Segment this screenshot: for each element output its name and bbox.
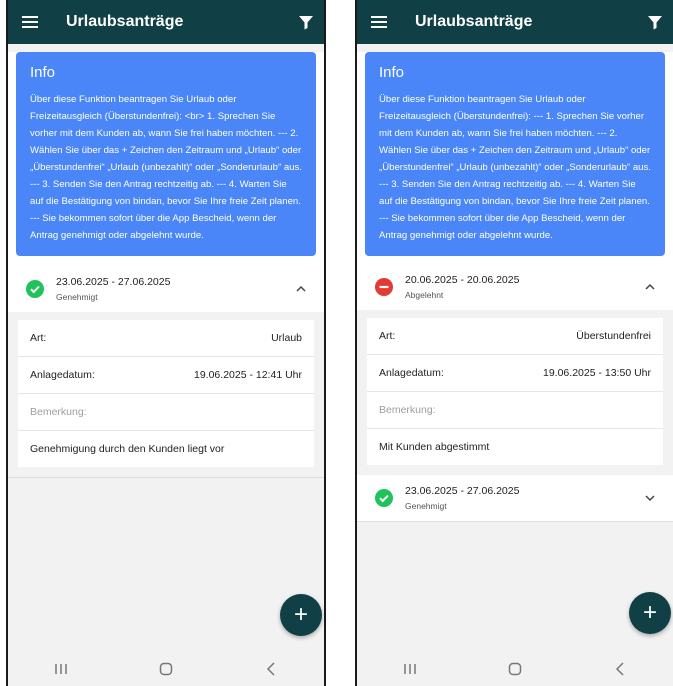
created-label: Anlagedatum: xyxy=(30,369,95,381)
info-heading: Info xyxy=(379,64,405,81)
info-heading: Info xyxy=(30,64,56,81)
chevron-down-icon[interactable] xyxy=(643,491,657,505)
remark-value: Mit Kunden abgestimmt xyxy=(379,441,490,453)
menu-icon[interactable] xyxy=(22,16,38,28)
request-date-range: 23.06.2025 - 27.06.2025 xyxy=(405,485,520,497)
system-nav-bar xyxy=(8,652,324,686)
created-value: 19.06.2025 - 12:41 Uhr xyxy=(194,369,302,381)
detail-row-created: Anlagedatum: 19.06.2025 - 12:41 Uhr xyxy=(18,357,314,394)
request-date-range: 20.06.2025 - 20.06.2025 xyxy=(405,274,520,286)
created-label: Anlagedatum: xyxy=(379,367,444,379)
art-label: Art: xyxy=(379,330,396,342)
detail-row-created: Anlagedatum: 19.06.2025 - 13:50 Uhr xyxy=(367,355,663,392)
home-icon[interactable] xyxy=(156,661,176,677)
back-icon[interactable] xyxy=(610,661,630,677)
approved-check-icon xyxy=(375,489,393,507)
details-card: Art: Überstundenfrei Anlagedatum: 19.06.… xyxy=(367,318,663,465)
main-content: Info Über diese Funktion beantragen Sie … xyxy=(357,52,673,522)
request-status: Abgelehnt xyxy=(405,290,444,300)
request-date-range: 23.06.2025 - 27.06.2025 xyxy=(56,276,171,288)
art-value: Urlaub xyxy=(271,332,302,344)
request-status: Genehmigt xyxy=(405,501,447,511)
add-request-button[interactable]: + xyxy=(280,594,322,636)
phone-screen-left: Urlaubsanträge Info Über diese Funktion … xyxy=(6,0,326,686)
home-icon[interactable] xyxy=(505,661,525,677)
details-card: Art: Urlaub Anlagedatum: 19.06.2025 - 12… xyxy=(18,320,314,467)
remark-label: Bemerkung: xyxy=(30,406,87,418)
remark-value: Genehmigung durch den Kunden liegt vor xyxy=(30,443,225,455)
app-bar: Urlaubsanträge xyxy=(357,0,673,44)
created-value: 19.06.2025 - 13:50 Uhr xyxy=(543,367,651,379)
filter-icon[interactable] xyxy=(647,14,663,30)
request-header[interactable]: 20.06.2025 - 20.06.2025 Abgelehnt xyxy=(357,260,673,310)
phone-screen-right: Urlaubsanträge Info Über diese Funktion … xyxy=(355,0,673,686)
back-icon[interactable] xyxy=(261,661,281,677)
detail-row-remark-label: Bemerkung: xyxy=(367,392,663,429)
detail-row-remark: Mit Kunden abgestimmt xyxy=(367,429,663,465)
app-bar: Urlaubsanträge xyxy=(8,0,324,44)
list-divider xyxy=(357,521,673,522)
detail-row-art: Art: Überstundenfrei xyxy=(367,318,663,355)
request-header[interactable]: 23.06.2025 - 27.06.2025 Genehmigt xyxy=(357,475,673,521)
system-nav-bar xyxy=(357,652,673,686)
info-box: Info Über diese Funktion beantragen Sie … xyxy=(365,52,665,256)
approved-check-icon xyxy=(26,280,44,298)
detail-row-art: Art: Urlaub xyxy=(18,320,314,357)
app-title: Urlaubsanträge xyxy=(66,13,184,30)
request-header[interactable]: 23.06.2025 - 27.06.2025 Genehmigt xyxy=(8,262,324,312)
art-label: Art: xyxy=(30,332,47,344)
info-text: Über diese Funktion beantragen Sie Urlau… xyxy=(379,94,651,241)
detail-row-remark: Genehmigung durch den Kunden liegt vor xyxy=(18,431,314,467)
request-status: Genehmigt xyxy=(56,292,98,302)
recents-icon[interactable] xyxy=(400,661,420,677)
remark-label: Bemerkung: xyxy=(379,404,436,416)
art-value: Überstundenfrei xyxy=(576,330,651,342)
list-divider xyxy=(8,477,324,478)
info-box: Info Über diese Funktion beantragen Sie … xyxy=(16,52,316,256)
app-title: Urlaubsanträge xyxy=(415,13,533,30)
menu-icon[interactable] xyxy=(371,16,387,28)
detail-row-remark-label: Bemerkung: xyxy=(18,394,314,431)
chevron-up-icon[interactable] xyxy=(294,282,308,296)
main-content: Info Über diese Funktion beantragen Sie … xyxy=(8,52,324,478)
rejected-minus-icon xyxy=(375,278,393,296)
request-details: Art: Urlaub Anlagedatum: 19.06.2025 - 12… xyxy=(8,312,324,477)
filter-icon[interactable] xyxy=(298,14,314,30)
request-details: Art: Überstundenfrei Anlagedatum: 19.06.… xyxy=(357,310,673,475)
chevron-up-icon[interactable] xyxy=(643,280,657,294)
info-text: Über diese Funktion beantragen Sie Urlau… xyxy=(30,94,302,241)
recents-icon[interactable] xyxy=(51,661,71,677)
add-request-button[interactable]: + xyxy=(629,592,671,634)
